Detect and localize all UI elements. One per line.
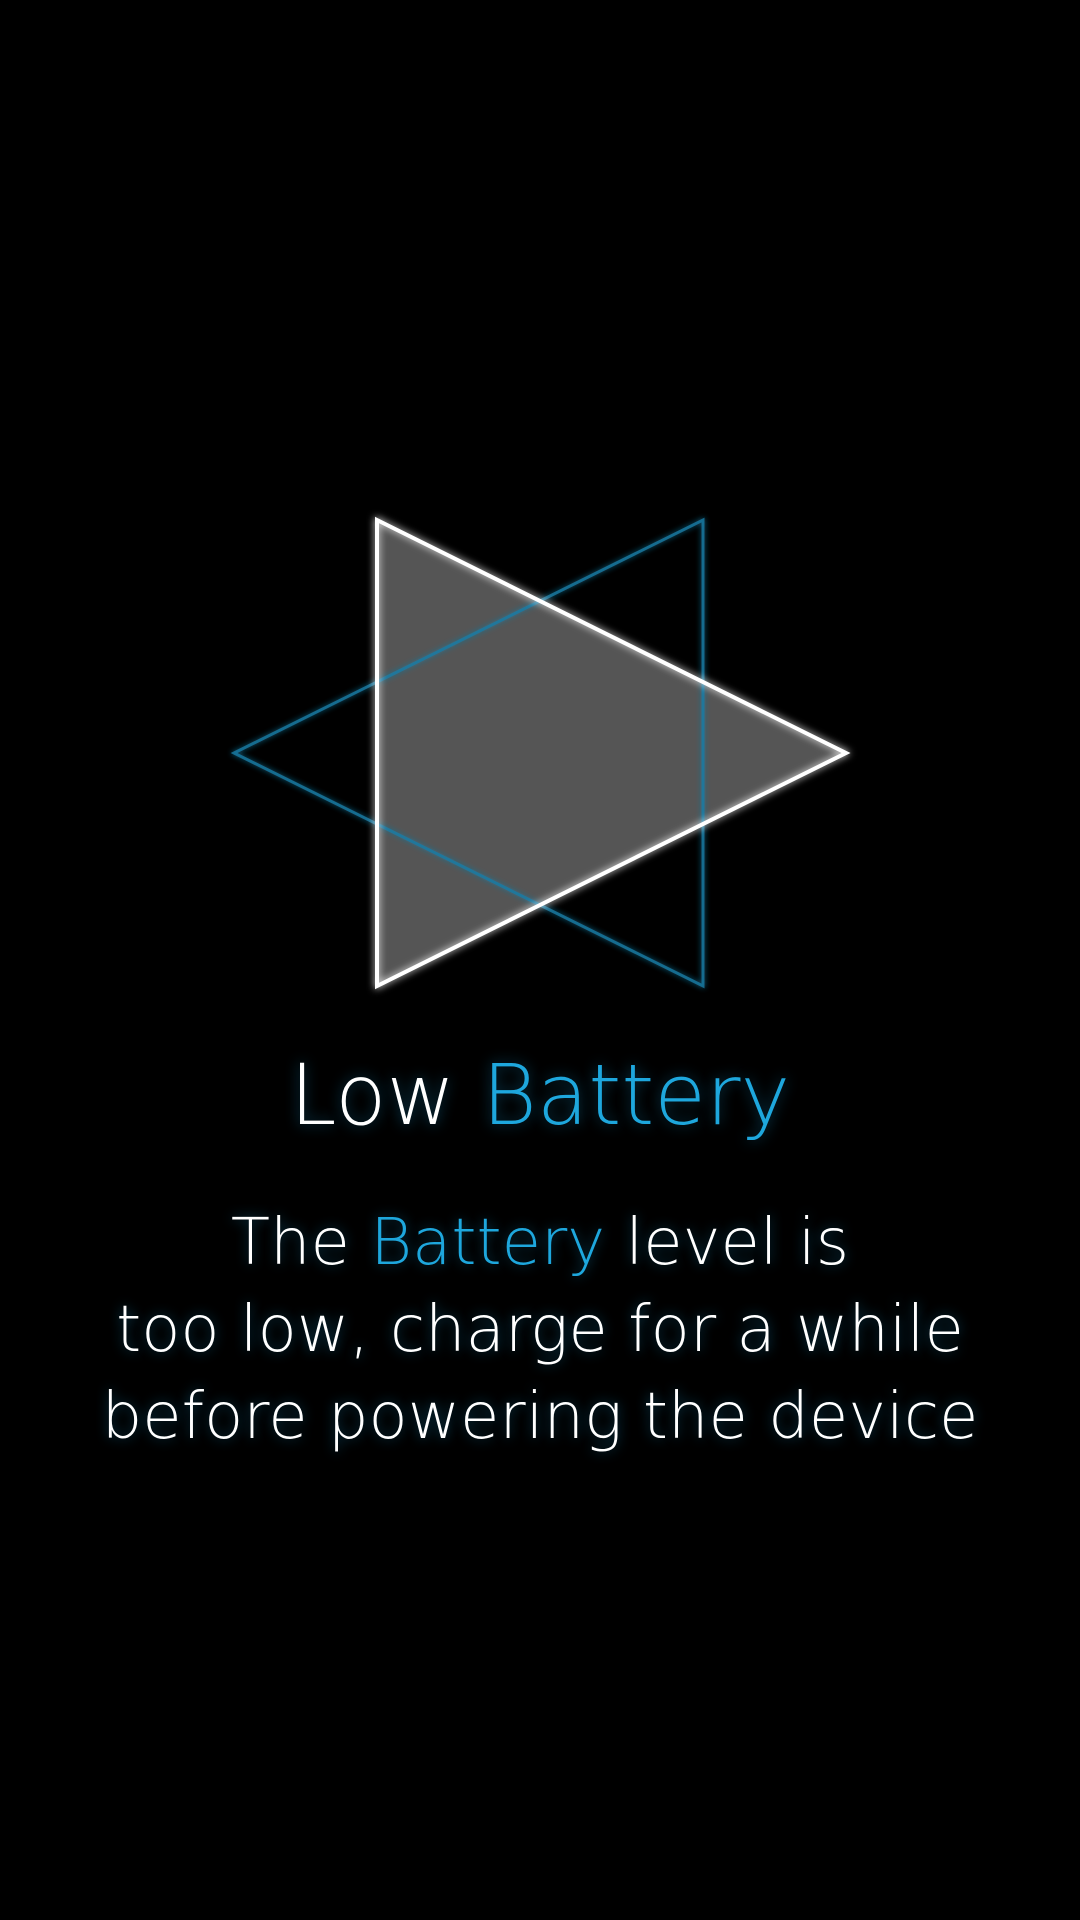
low-battery-message: The Battery level is too low, charge for…: [0, 1200, 1080, 1461]
front-triangle-fill: [377, 520, 846, 986]
message-prefix: The: [230, 1206, 350, 1280]
message-accent-battery: Battery: [370, 1206, 606, 1280]
message-line-3: before powering the device: [101, 1380, 979, 1454]
title-word-battery: Battery: [481, 1046, 791, 1144]
play-triangle-logo-icon: [230, 516, 851, 990]
message-line-2: too low, charge for a while: [116, 1293, 964, 1367]
message-suffix: level is: [625, 1206, 850, 1280]
page-title: Low Battery: [0, 1040, 1080, 1150]
message-line-1: The Battery level is: [0, 1200, 1080, 1287]
low-battery-screen: Low Battery The Battery level is too low…: [0, 0, 1080, 1920]
title-word-low: Low: [289, 1046, 456, 1144]
